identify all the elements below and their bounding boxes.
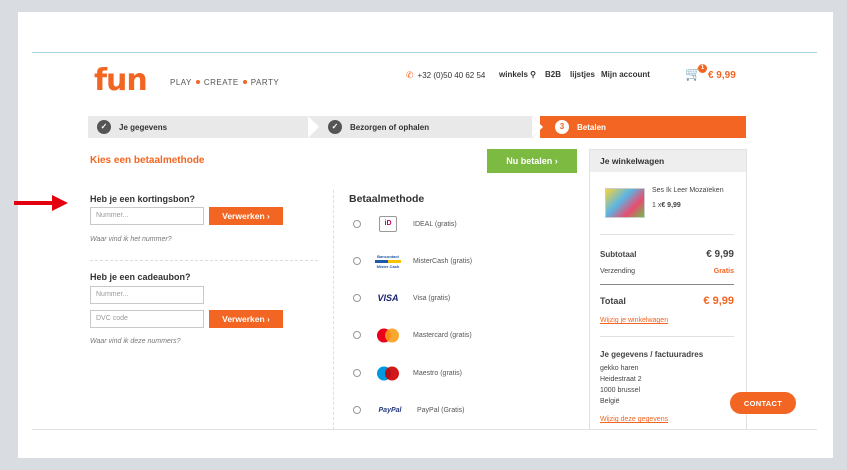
visa-logo: VISA xyxy=(377,293,399,303)
mastercard-logo xyxy=(373,325,403,345)
nav-b2b[interactable]: B2B xyxy=(545,70,561,79)
nav-lijstjes[interactable]: lijstjes xyxy=(570,70,595,79)
total-label: Totaal xyxy=(600,296,626,306)
shipping-value: Gratis xyxy=(713,268,734,275)
step-betalen: 3 Betalen xyxy=(540,116,746,138)
nav-mijn-account[interactable]: Mijn account xyxy=(601,70,650,79)
checkout-page: fun PLAY CREATE PARTY ✆ +32 (0)50 40 62 54 … xyxy=(18,12,833,458)
top-divider xyxy=(32,52,817,53)
cart-button[interactable]: 🛒 1 € 9,99 xyxy=(685,64,736,82)
check-icon: ✓ xyxy=(328,120,342,134)
discount-code-input[interactable]: Nummer... xyxy=(90,207,204,225)
payment-option-maestro[interactable]: Maestro (gratis) xyxy=(353,362,462,384)
apply-discount-button[interactable]: Verwerken › xyxy=(209,207,283,225)
shipping-label: Verzending xyxy=(600,268,636,275)
payment-option-visa[interactable]: VISA Visa (gratis) xyxy=(353,287,450,309)
fun-logo[interactable]: fun xyxy=(94,66,148,96)
radio-button[interactable] xyxy=(353,257,361,265)
product-thumbnail[interactable] xyxy=(605,188,645,218)
annotation-arrow-icon xyxy=(14,195,68,211)
phone-link[interactable]: ✆ +32 (0)50 40 62 54 xyxy=(406,70,485,81)
cart-count-badge: 1 xyxy=(698,64,707,73)
checkout-steps: ✓ Je gegevens ✓ Bezorgen of ophalen 3 Be… xyxy=(88,116,746,138)
bottom-divider xyxy=(32,429,817,430)
column-divider xyxy=(333,190,334,430)
radio-button[interactable] xyxy=(353,406,361,414)
ideal-logo: iD xyxy=(373,214,403,234)
step-separator xyxy=(308,116,319,138)
radio-button[interactable] xyxy=(353,369,361,377)
step-bezorgen[interactable]: ✓ Bezorgen of ophalen xyxy=(319,116,533,138)
giftcard-help-link[interactable]: Waar vind ik deze nummers? xyxy=(90,338,181,345)
payment-option-mistercash[interactable]: Bancontact Mister Cash MisterCash (grati… xyxy=(353,250,472,272)
payment-methods-title: Betaalmethode xyxy=(349,193,425,205)
giftcard-dvc-input[interactable]: DVC code xyxy=(90,310,204,328)
product-qty-price: 1 x€ 9,99 xyxy=(652,202,681,209)
cart-sidebar-title: Je winkelwagen xyxy=(590,150,746,172)
divider xyxy=(600,234,734,235)
step-number: 3 xyxy=(555,120,569,134)
payment-option-ideal[interactable]: iD IDEAL (gratis) xyxy=(353,213,457,235)
page-title: Kies een betaalmethode xyxy=(90,155,205,166)
address-title: Je gegevens / factuuradres xyxy=(600,350,704,359)
radio-button[interactable] xyxy=(353,294,361,302)
pay-now-button[interactable]: Nu betalen › xyxy=(487,149,577,173)
product-name[interactable]: Ses Ik Leer Mozaïeken xyxy=(652,187,724,194)
location-pin-icon: ⚲ xyxy=(530,70,536,79)
address-line: gekko haren xyxy=(600,365,639,372)
giftcard-label: Heb je een cadeaubon? xyxy=(90,272,191,282)
paypal-logo: PayPal xyxy=(378,406,402,414)
discount-label: Heb je een kortingsbon? xyxy=(90,194,196,204)
subtotal-label: Subtotaal xyxy=(600,250,637,259)
giftcard-number-input[interactable]: Nummer... xyxy=(90,286,204,304)
subtotal-value: € 9,99 xyxy=(706,249,734,260)
address-line: België xyxy=(600,398,620,405)
radio-button[interactable] xyxy=(353,220,361,228)
address-line: 1000 brussel xyxy=(600,387,641,394)
contact-button[interactable]: CONTACT xyxy=(730,392,796,414)
cart-sidebar: Je winkelwagen Ses Ik Leer Mozaïeken 1 x… xyxy=(589,149,747,430)
maestro-logo xyxy=(373,363,403,383)
bancontact-logo: Bancontact Mister Cash xyxy=(375,253,401,269)
cart-total: € 9,99 xyxy=(707,70,736,81)
radio-button[interactable] xyxy=(353,331,361,339)
step-separator xyxy=(532,116,543,138)
nav-winkels[interactable]: winkels ⚲ xyxy=(499,70,536,79)
divider xyxy=(600,284,734,285)
divider xyxy=(90,260,318,261)
address-line: Heidestraat 2 xyxy=(600,376,642,383)
edit-details-link[interactable]: Wijzig deze gegevens xyxy=(600,416,668,423)
apply-giftcard-button[interactable]: Verwerken › xyxy=(209,310,283,328)
payment-option-paypal[interactable]: PayPal PayPal (Gratis) xyxy=(353,399,464,421)
tagline: PLAY CREATE PARTY xyxy=(170,78,280,87)
payment-option-mastercard[interactable]: Mastercard (gratis) xyxy=(353,324,472,346)
check-icon: ✓ xyxy=(97,120,111,134)
step-je-gegevens[interactable]: ✓ Je gegevens xyxy=(88,116,318,138)
edit-cart-link[interactable]: Wijzig je winkelwagen xyxy=(600,317,668,324)
phone-icon: ✆ xyxy=(406,70,414,80)
divider xyxy=(600,336,734,337)
total-value: € 9,99 xyxy=(703,295,734,307)
discount-help-link[interactable]: Waar vind ik het nummer? xyxy=(90,236,172,243)
